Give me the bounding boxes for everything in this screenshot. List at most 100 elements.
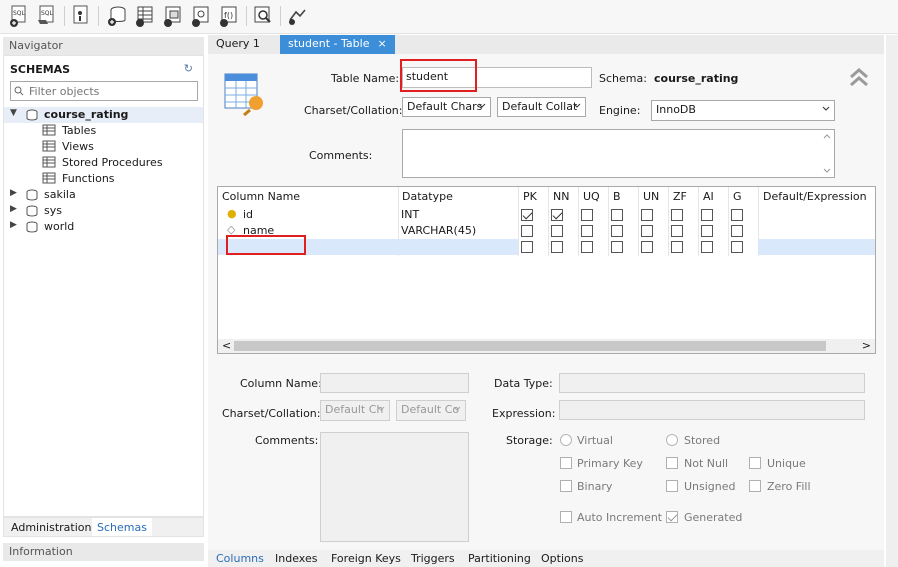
engine-select[interactable]: InnoDB — [651, 100, 835, 121]
datatype-cell[interactable]: VARCHAR(45) — [401, 224, 476, 237]
nn-checkbox[interactable] — [551, 225, 563, 237]
header-ai[interactable]: AI — [703, 190, 714, 203]
tab-foreign-keys[interactable]: Foreign Keys — [331, 552, 401, 565]
tab-partitioning[interactable]: Partitioning — [468, 552, 531, 565]
uq-checkbox[interactable] — [581, 241, 593, 253]
create-table-icon[interactable] — [134, 4, 156, 28]
open-sql-script-icon[interactable]: SQL — [36, 4, 58, 28]
zf-checkbox[interactable] — [671, 209, 683, 221]
tab-options[interactable]: Options — [541, 552, 583, 565]
horizontal-scrollbar[interactable]: < > — [218, 339, 875, 353]
zf-checkbox[interactable] — [671, 225, 683, 237]
scroll-right-icon[interactable]: > — [862, 339, 871, 352]
g-checkbox[interactable] — [731, 209, 743, 221]
uq-checkbox[interactable] — [581, 209, 593, 221]
column-name-cell[interactable]: id — [243, 208, 253, 221]
create-view-icon[interactable] — [162, 4, 184, 28]
tab-columns[interactable]: Columns — [216, 552, 264, 565]
pk-checkbox[interactable] — [521, 225, 533, 237]
refresh-icon[interactable]: ↻ — [184, 62, 193, 75]
header-g[interactable]: G — [733, 190, 742, 203]
filter-input[interactable] — [27, 82, 187, 100]
columns-grid[interactable]: Column Name Datatype PK NN UQ B UN ZF AI… — [217, 186, 876, 354]
zero-fill-checkbox[interactable] — [749, 480, 761, 492]
create-procedure-icon[interactable] — [190, 4, 212, 28]
schema-sys[interactable]: ▶ sys — [4, 203, 203, 219]
tree-item-tables[interactable]: Tables — [4, 123, 203, 139]
collation-select[interactable]: Default Collat — [497, 97, 586, 117]
ai-checkbox[interactable] — [701, 225, 713, 237]
tab-schemas[interactable]: Schemas — [92, 518, 152, 536]
column-name-input[interactable] — [320, 373, 469, 393]
column-comments-textarea[interactable] — [320, 432, 469, 542]
close-icon[interactable]: × — [377, 37, 386, 50]
tree-item-stored-procedures[interactable]: Stored Procedures — [4, 155, 203, 171]
datatype-cell[interactable]: INT — [401, 208, 419, 221]
tab-student-table[interactable]: student - Table × — [280, 35, 395, 54]
search-table-data-icon[interactable] — [252, 4, 274, 28]
header-pk[interactable]: PK — [523, 190, 537, 203]
new-row-default-selection[interactable] — [758, 239, 875, 255]
tab-triggers[interactable]: Triggers — [411, 552, 455, 565]
collapse-arrow-icon[interactable]: ▶ — [10, 188, 17, 198]
tab-administration[interactable]: Administration — [6, 520, 97, 535]
new-sql-tab-icon[interactable]: SQL — [8, 4, 30, 28]
header-nn[interactable]: NN — [553, 190, 569, 203]
column-collation-select[interactable]: Default Co — [396, 400, 466, 421]
not-null-checkbox[interactable] — [666, 457, 678, 469]
nn-checkbox[interactable] — [551, 241, 563, 253]
storage-virtual-radio[interactable] — [560, 434, 572, 446]
collapse-arrow-icon[interactable]: ▶ — [10, 220, 17, 230]
data-type-input[interactable] — [559, 373, 865, 393]
reconnect-icon[interactable] — [286, 4, 308, 28]
inspector-icon[interactable] — [70, 4, 92, 28]
header-un[interactable]: UN — [643, 190, 659, 203]
header-b[interactable]: B — [613, 190, 621, 203]
collapse-up-icon[interactable] — [848, 66, 870, 88]
schema-course-rating[interactable]: ▼ course_rating — [4, 107, 203, 123]
header-zf[interactable]: ZF — [673, 190, 687, 203]
scroll-up-icon[interactable] — [823, 133, 831, 139]
unsigned-checkbox[interactable] — [666, 480, 678, 492]
table-comments-textarea[interactable] — [402, 129, 835, 178]
primary-key-checkbox[interactable] — [560, 457, 572, 469]
header-uq[interactable]: UQ — [583, 190, 600, 203]
column-charset-select[interactable]: Default Ch — [320, 400, 390, 421]
uq-checkbox[interactable] — [581, 225, 593, 237]
binary-checkbox[interactable] — [560, 480, 572, 492]
ai-checkbox[interactable] — [701, 209, 713, 221]
table-row[interactable]: ◇ name VARCHAR(45) — [218, 223, 875, 239]
ai-checkbox[interactable] — [701, 241, 713, 253]
create-schema-icon[interactable] — [106, 4, 128, 28]
expand-arrow-icon[interactable]: ▼ — [10, 108, 17, 118]
b-checkbox[interactable] — [611, 209, 623, 221]
un-checkbox[interactable] — [641, 241, 653, 253]
tree-item-views[interactable]: Views — [4, 139, 203, 155]
tab-query-1[interactable]: Query 1 — [208, 35, 268, 54]
un-checkbox[interactable] — [641, 209, 653, 221]
g-checkbox[interactable] — [731, 225, 743, 237]
tree-item-functions[interactable]: Functions — [4, 171, 203, 187]
scroll-down-icon[interactable] — [823, 168, 831, 174]
expression-input[interactable] — [559, 400, 865, 420]
pk-checkbox[interactable] — [521, 209, 533, 221]
pk-checkbox[interactable] — [521, 241, 533, 253]
scroll-thumb[interactable] — [234, 341, 826, 351]
table-row-new[interactable] — [218, 239, 875, 255]
un-checkbox[interactable] — [641, 225, 653, 237]
header-default[interactable]: Default/Expression — [763, 190, 867, 203]
collapse-arrow-icon[interactable]: ▶ — [10, 204, 17, 214]
b-checkbox[interactable] — [611, 225, 623, 237]
unique-checkbox[interactable] — [749, 457, 761, 469]
schema-sakila[interactable]: ▶ sakila — [4, 187, 203, 203]
header-column-name[interactable]: Column Name — [222, 190, 300, 203]
scroll-left-icon[interactable]: < — [222, 339, 231, 352]
storage-stored-radio[interactable] — [666, 434, 678, 446]
charset-select[interactable]: Default Chars — [402, 97, 491, 117]
schema-world[interactable]: ▶ world — [4, 219, 203, 235]
create-function-icon[interactable]: f() — [218, 4, 240, 28]
zf-checkbox[interactable] — [671, 241, 683, 253]
header-datatype[interactable]: Datatype — [402, 190, 453, 203]
tab-indexes[interactable]: Indexes — [275, 552, 317, 565]
table-row[interactable]: ● id INT — [218, 207, 875, 223]
